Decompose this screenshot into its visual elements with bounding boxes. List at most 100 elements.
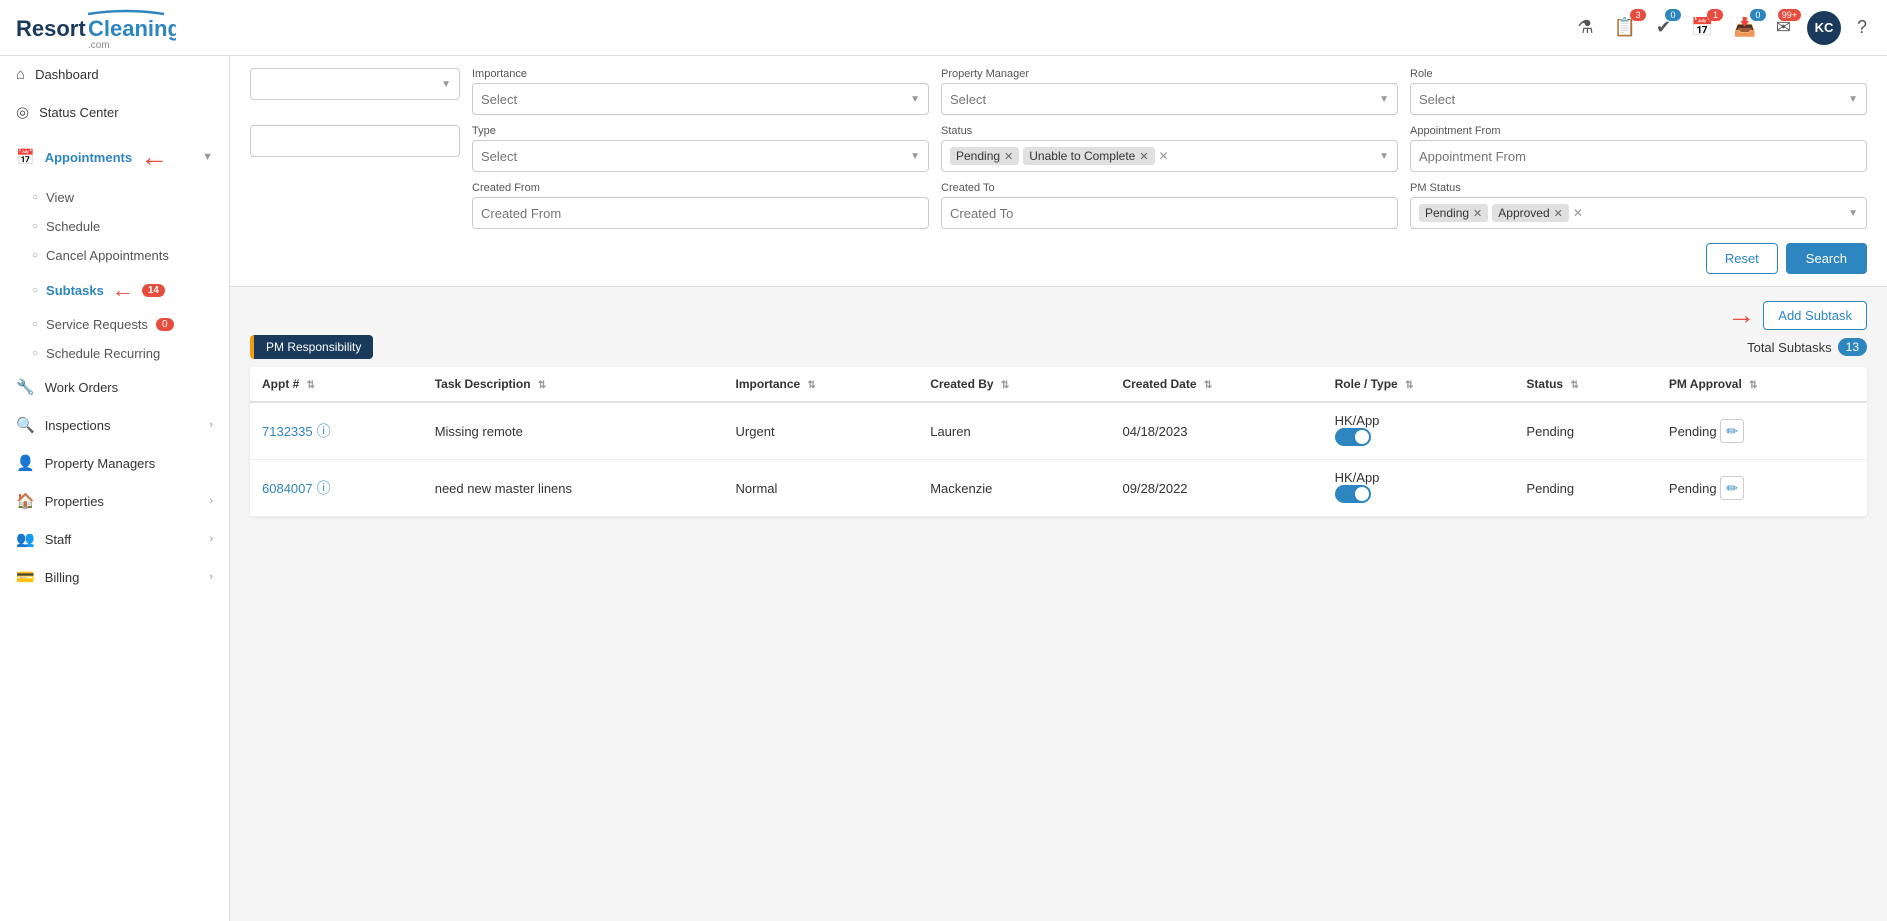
search-button[interactable]: Search [1786, 243, 1867, 274]
status-label: Status [941, 125, 1398, 137]
inbox-icon-btn[interactable]: 📥 0 [1729, 13, 1759, 42]
properties-icon: 🏠 [16, 492, 35, 510]
sidebar-item-work-orders[interactable]: 🔧 Work Orders [0, 368, 229, 406]
work-orders-icon: 🔧 [16, 378, 35, 396]
col-task: Task Description ⇅ [423, 367, 724, 402]
chevron-empty: ▼ [441, 79, 451, 90]
mail-icon-btn[interactable]: ✉ 99+ [1772, 13, 1795, 42]
appt-link-2[interactable]: 6084007 ⓘ [262, 478, 411, 498]
property-manager-select[interactable]: ▼ [941, 83, 1398, 115]
status-tag-pending-close[interactable]: ✕ [1004, 150, 1013, 163]
chevron-pm-status: ▼ [1848, 208, 1858, 219]
sidebar-label-dashboard: Dashboard [35, 67, 99, 82]
sort-appt[interactable]: ⇅ [307, 380, 315, 391]
sidebar-label-properties: Properties [45, 494, 104, 509]
sidebar-label-property-managers: Property Managers [45, 456, 156, 471]
type-select[interactable]: ▼ [472, 140, 929, 172]
data-table: Appt # ⇅ Task Description ⇅ Importance ⇅… [250, 367, 1867, 517]
table-row: 7132335 ⓘ Missing remote Urgent Lauren 0… [250, 402, 1867, 460]
role-select[interactable]: ▼ [1410, 83, 1867, 115]
info-icon-1[interactable]: ⓘ [317, 421, 331, 441]
sidebar-item-billing[interactable]: 💳 Billing › [0, 558, 229, 596]
filter-select-empty[interactable]: ▼ [250, 68, 460, 100]
appt-link-1[interactable]: 7132335 ⓘ [262, 421, 411, 441]
created-from-input[interactable] [472, 197, 929, 229]
clipboard-icon-btn[interactable]: 📋 3 [1610, 13, 1640, 42]
sidebar-item-staff[interactable]: 👥 Staff › [0, 520, 229, 558]
sidebar-item-schedule[interactable]: Schedule [32, 212, 229, 241]
check-icon-btn[interactable]: ✔ 0 [1652, 13, 1675, 42]
sidebar-item-status-center[interactable]: ◎ Status Center [0, 93, 229, 131]
sidebar-item-inspections[interactable]: 🔍 Inspections › [0, 406, 229, 444]
layout: ⌂ Dashboard ◎ Status Center 📅 Appointmen… [0, 56, 1887, 921]
filter-group-empty: ▼ [250, 68, 460, 100]
pm-status-select[interactable]: Pending ✕ Approved ✕ ✕ ▼ [1410, 197, 1867, 229]
pm-status-approved-close[interactable]: ✕ [1554, 207, 1563, 220]
status-select[interactable]: Pending ✕ Unable to Complete ✕ ✕ ▼ [941, 140, 1398, 172]
appt-num-1: 7132335 ⓘ [250, 402, 423, 460]
filter-group-pm-status: PM Status Pending ✕ Approved ✕ ✕ ▼ [1410, 182, 1867, 229]
sidebar-item-service-requests[interactable]: Service Requests 0 [32, 310, 229, 339]
col-pm-approval: PM Approval ⇅ [1657, 367, 1867, 402]
sort-status[interactable]: ⇅ [1570, 380, 1578, 391]
sort-role-type[interactable]: ⇅ [1405, 380, 1413, 391]
sort-pm-approval[interactable]: ⇅ [1749, 380, 1757, 391]
sidebar-item-schedule-recurring[interactable]: Schedule Recurring [32, 339, 229, 368]
header-icons: ⚗ 📋 3 ✔ 0 📅 1 📥 0 ✉ 99+ KC ? [1573, 11, 1871, 45]
pm-status-label: PM Status [1410, 182, 1867, 194]
sidebar-item-dashboard[interactable]: ⌂ Dashboard [0, 56, 229, 93]
sidebar-item-properties[interactable]: 🏠 Properties › [0, 482, 229, 520]
chevron-properties: › [209, 495, 213, 507]
edit-icon-1[interactable]: ✏ [1720, 419, 1744, 443]
importance-input[interactable] [481, 92, 906, 107]
toggle-2[interactable] [1335, 485, 1371, 503]
pm-status-clear[interactable]: ✕ [1573, 206, 1583, 220]
sidebar-item-cancel-appointments[interactable]: Cancel Appointments [32, 241, 229, 270]
edit-icon-2[interactable]: ✏ [1720, 476, 1744, 500]
filter-group-property-manager: Property Manager ▼ [941, 68, 1398, 115]
reset-button[interactable]: Reset [1706, 243, 1778, 274]
svg-text:Cleaning: Cleaning [88, 16, 176, 41]
sidebar: ⌂ Dashboard ◎ Status Center 📅 Appointmen… [0, 56, 230, 921]
sidebar-item-property-managers[interactable]: 👤 Property Managers [0, 444, 229, 482]
chevron-staff: › [209, 533, 213, 545]
status-tag-pending-label: Pending [956, 149, 1000, 163]
add-subtask-button[interactable]: Add Subtask [1763, 301, 1867, 330]
sort-importance[interactable]: ⇅ [808, 380, 816, 391]
task-desc-1: Missing remote [423, 402, 724, 460]
sort-created-date[interactable]: ⇅ [1204, 380, 1212, 391]
sort-created-by[interactable]: ⇅ [1001, 380, 1009, 391]
help-button[interactable]: ? [1853, 13, 1871, 42]
pm-responsibility-badge: PM Responsibility [250, 335, 373, 359]
importance-select[interactable]: ▼ [472, 83, 929, 115]
filter-input-empty2[interactable] [250, 125, 460, 157]
created-to-input[interactable] [941, 197, 1398, 229]
arrow-right-add-subtask: → [1727, 299, 1755, 331]
status-tag-unable-close[interactable]: ✕ [1139, 150, 1148, 163]
filter-icon-btn[interactable]: ⚗ [1573, 13, 1597, 42]
add-subtask-toolbar: → Add Subtask [250, 299, 1867, 331]
sidebar-item-subtasks[interactable]: Subtasks ← 14 [32, 270, 229, 310]
chevron-type: ▼ [910, 151, 920, 162]
importance-2: Normal [724, 460, 919, 517]
created-by-1: Lauren [918, 402, 1110, 460]
sidebar-item-view[interactable]: View [32, 183, 229, 212]
property-manager-input[interactable] [950, 92, 1375, 107]
filter-row-2: Type ▼ Status Pending ✕ Unable to [250, 125, 1867, 172]
pm-status-pending-close[interactable]: ✕ [1473, 207, 1482, 220]
status-tag-unable: Unable to Complete ✕ [1023, 147, 1154, 165]
appointment-from-input[interactable] [1410, 140, 1867, 172]
filter-input-empty[interactable] [259, 77, 437, 92]
info-icon-2[interactable]: ⓘ [317, 478, 331, 498]
status-clear[interactable]: ✕ [1159, 149, 1169, 163]
chevron-role: ▼ [1848, 94, 1858, 105]
role-input[interactable] [1419, 92, 1844, 107]
filter-row-1: ▼ Importance ▼ Property Manager ▼ [250, 68, 1867, 115]
filter-group-appointment-from: Appointment From [1410, 125, 1867, 172]
sort-task[interactable]: ⇅ [538, 380, 546, 391]
type-input[interactable] [481, 149, 906, 164]
avatar-button[interactable]: KC [1807, 11, 1841, 45]
sidebar-item-appointments[interactable]: 📅 Appointments ← ▼ [0, 131, 229, 183]
toggle-1[interactable] [1335, 428, 1371, 446]
calendar-icon-btn[interactable]: 📅 1 [1687, 13, 1717, 42]
